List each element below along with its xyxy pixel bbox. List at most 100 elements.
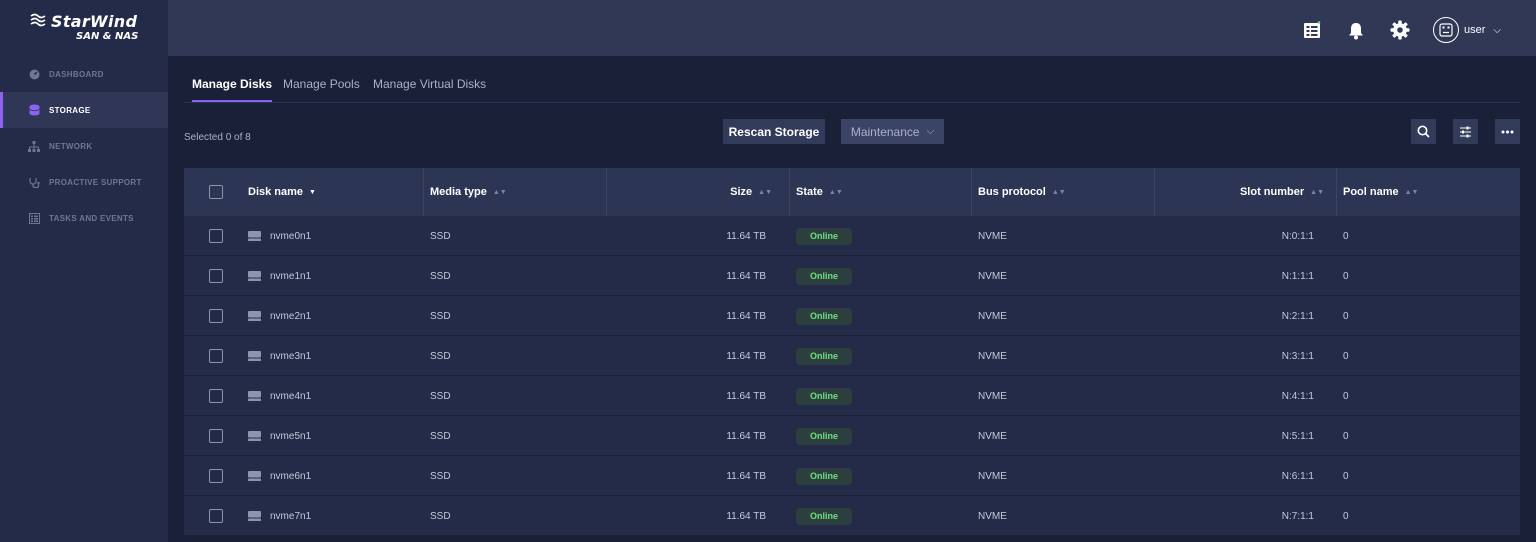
slot-number: N:4:1:1 (1281, 390, 1314, 402)
media-type: SSD (430, 470, 451, 482)
sidebar-item-label: DASHBOARD (49, 69, 104, 79)
disk-name: nvme2n1 (270, 310, 312, 322)
row-checkbox[interactable] (209, 336, 223, 376)
tab-manage-disks[interactable]: Manage Disks (192, 72, 273, 102)
slot-number-cell: N:3:1:1 (1214, 336, 1314, 376)
tab-label: Manage Virtual Disks (373, 77, 487, 91)
row-checkbox[interactable] (209, 256, 223, 296)
table-row[interactable]: nvme2n1 SSD 11.64 TB Online NVME N:2:1:1… (184, 296, 1520, 336)
tasks-list-icon[interactable] (1302, 20, 1322, 40)
slot-number: N:1:1:1 (1281, 270, 1314, 282)
sidebar-item-network[interactable]: NETWORK (0, 128, 168, 164)
tab-label: Manage Pools (283, 77, 360, 91)
slot-number-cell: N:1:1:1 (1214, 256, 1314, 296)
sidebar-item-storage[interactable]: STORAGE (0, 92, 168, 128)
column-header-media-type[interactable]: Media type ▲▼ (430, 168, 507, 216)
row-checkbox[interactable] (209, 416, 223, 456)
disk-drive-icon (248, 351, 261, 361)
size-cell: 11.64 TB (664, 296, 766, 336)
filter-sliders-icon (1460, 126, 1471, 137)
row-checkbox[interactable] (209, 496, 223, 536)
maintenance-dropdown[interactable]: Maintenance ⌵ (841, 119, 944, 144)
bus-protocol: NVME (978, 430, 1007, 442)
table-row[interactable]: nvme7n1 SSD 11.64 TB Online NVME N:7:1:1… (184, 496, 1520, 536)
column-header-size[interactable]: Size ▲▼ (712, 168, 772, 216)
sidebar-item-tasks-and-events[interactable]: TASKS AND EVENTS (0, 200, 168, 236)
slot-number-cell: N:0:1:1 (1214, 216, 1314, 256)
row-checkbox[interactable] (209, 456, 223, 496)
sidebar-item-dashboard[interactable]: DASHBOARD (0, 56, 168, 92)
table-row[interactable]: nvme5n1 SSD 11.64 TB Online NVME N:5:1:1… (184, 416, 1520, 456)
bus-protocol-cell: NVME (978, 496, 1007, 536)
select-all-checkbox[interactable] (209, 168, 223, 216)
sidebar-item-label: PROACTIVE SUPPORT (49, 177, 142, 187)
row-checkbox[interactable] (209, 216, 223, 256)
size-cell: 11.64 TB (664, 496, 766, 536)
filter-button[interactable] (1453, 119, 1478, 144)
column-header-state[interactable]: State ▲▼ (796, 168, 843, 216)
chevron-down-icon: ⌵ (1493, 24, 1501, 36)
table-row[interactable]: nvme6n1 SSD 11.64 TB Online NVME N:6:1:1… (184, 456, 1520, 496)
table-row[interactable]: nvme3n1 SSD 11.64 TB Online NVME N:3:1:1… (184, 336, 1520, 376)
disk-name: nvme3n1 (270, 350, 312, 362)
column-label: Slot number (1239, 186, 1305, 198)
disk-size: 11.64 TB (726, 310, 766, 322)
state-cell: Online (796, 416, 852, 456)
selection-count: Selected 0 of 8 (184, 132, 251, 143)
brand-name: StarWind (51, 12, 138, 31)
slot-number: N:7:1:1 (1281, 510, 1314, 522)
sidebar-item-proactive-support[interactable]: PROACTIVE SUPPORT (0, 164, 168, 200)
tab-manage-virtual-disks[interactable]: Manage Virtual Disks (373, 72, 486, 102)
column-header-slot-number[interactable]: Slot number ▲▼ (1224, 168, 1324, 216)
sort-icon: ▲▼ (1310, 188, 1324, 196)
table-row[interactable]: nvme0n1 SSD 11.64 TB Online NVME N:0:1:1… (184, 216, 1520, 256)
media-type: SSD (430, 230, 451, 242)
bus-protocol-cell: NVME (978, 376, 1007, 416)
table-row[interactable]: nvme4n1 SSD 11.64 TB Online NVME N:4:1:1… (184, 376, 1520, 416)
column-header-pool-name[interactable]: Pool name ▲▼ (1343, 168, 1418, 216)
column-label: Bus protocol (978, 186, 1046, 198)
sidebar-item-label: NETWORK (49, 141, 93, 151)
search-button[interactable] (1411, 119, 1436, 144)
media-type: SSD (430, 350, 451, 362)
more-options-button[interactable] (1495, 119, 1520, 144)
column-label: Media type (430, 186, 487, 198)
sort-icon: ▲▼ (758, 188, 772, 196)
row-checkbox[interactable] (209, 376, 223, 416)
slot-number: N:2:1:1 (1281, 310, 1314, 322)
media-type-cell: SSD (430, 216, 451, 256)
tab-manage-pools[interactable]: Manage Pools (283, 72, 360, 102)
column-header-disk-name[interactable]: Disk name ▼ (248, 168, 316, 216)
state-cell: Online (796, 296, 852, 336)
table-body: nvme0n1 SSD 11.64 TB Online NVME N:0:1:1… (184, 216, 1520, 536)
size-cell: 11.64 TB (664, 216, 766, 256)
row-checkbox[interactable] (209, 296, 223, 336)
rescan-storage-button[interactable]: Rescan Storage (723, 119, 825, 144)
state-cell: Online (796, 456, 852, 496)
pool-name-cell: 0 (1343, 376, 1349, 416)
bus-protocol: NVME (978, 510, 1007, 522)
gear-icon[interactable] (1390, 20, 1410, 40)
disk-name-cell: nvme5n1 (248, 416, 311, 456)
bell-icon[interactable] (1346, 20, 1366, 40)
starwind-logo[interactable]: StarWind SAN & NAS (0, 0, 168, 56)
user-avatar-icon (1433, 17, 1459, 43)
bus-protocol: NVME (978, 350, 1007, 362)
column-header-bus-protocol[interactable]: Bus protocol ▲▼ (978, 168, 1066, 216)
slot-number: N:3:1:1 (1281, 350, 1314, 362)
user-menu[interactable]: user ⌵ (1433, 17, 1501, 43)
column-label: Disk name (248, 186, 304, 198)
table-row[interactable]: nvme1n1 SSD 11.64 TB Online NVME N:1:1:1… (184, 256, 1520, 296)
disk-name-cell: nvme3n1 (248, 336, 311, 376)
disk-name: nvme7n1 (270, 510, 312, 522)
disk-drive-icon (248, 231, 261, 241)
state-cell: Online (796, 256, 852, 296)
media-type: SSD (430, 430, 451, 442)
bus-protocol-cell: NVME (978, 256, 1007, 296)
storage-icon (28, 104, 40, 116)
state-cell: Online (796, 336, 852, 376)
disk-name-cell: nvme7n1 (248, 496, 311, 536)
size-cell: 11.64 TB (664, 416, 766, 456)
status-badge: Online (796, 467, 852, 485)
bus-protocol: NVME (978, 390, 1007, 402)
